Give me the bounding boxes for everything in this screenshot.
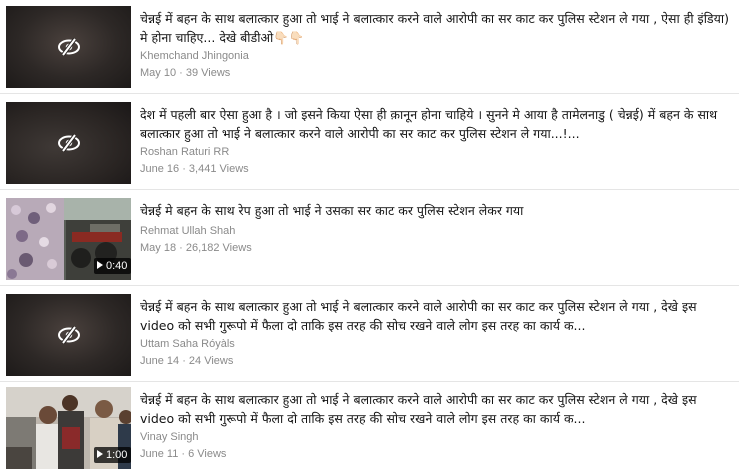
video-thumbnail[interactable]: 1:00 bbox=[6, 387, 131, 469]
video-title[interactable]: चेन्नई में बहन के साथ बलात्कार हुआ तो भा… bbox=[140, 390, 732, 428]
video-duration: 0:40 bbox=[94, 258, 131, 274]
channel-name[interactable]: Rehmat Ullah Shah bbox=[140, 224, 732, 239]
video-title[interactable]: चेन्नई में बहन के साथ बलात्कार हुआ तो भा… bbox=[140, 297, 732, 335]
video-date-views: June 14 · 24 Views bbox=[140, 355, 234, 367]
video-thumbnail-hidden[interactable] bbox=[6, 294, 131, 376]
video-date-views: May 10 · 39 Views bbox=[140, 67, 231, 79]
eye-slash-icon bbox=[57, 325, 80, 345]
video-result-row[interactable]: चेन्नई में बहन के साथ बलात्कार हुआ तो भा… bbox=[0, 288, 739, 382]
video-title[interactable]: चेन्नई मे बहन के साथ रेप हुआ तो भाई ने उ… bbox=[140, 201, 732, 220]
video-result-row[interactable]: 0:40 चेन्नई मे बहन के साथ रेप हुआ तो भाई… bbox=[0, 192, 739, 286]
video-result-row[interactable]: 1:00 चेन्नई में बहन के साथ बलात्कार हुआ … bbox=[0, 381, 739, 475]
channel-name[interactable]: Uttam Saha Róyàls bbox=[140, 337, 732, 352]
video-thumbnail[interactable]: 0:40 bbox=[6, 198, 131, 280]
eye-slash-icon bbox=[57, 133, 80, 153]
eye-slash-icon bbox=[57, 37, 80, 57]
video-title[interactable]: चेन्नई में बहन के साथ बलात्कार हुआ तो भा… bbox=[140, 9, 732, 47]
video-date-views: June 16 · 3,441 Views bbox=[140, 163, 249, 175]
play-icon bbox=[97, 450, 103, 458]
duration-text: 0:40 bbox=[106, 260, 128, 272]
video-results-list: चेन्नई में बहन के साथ बलात्कार हुआ तो भा… bbox=[0, 0, 739, 475]
channel-name[interactable]: Vinay Singh bbox=[140, 430, 732, 445]
channel-name[interactable]: Roshan Raturi RR bbox=[140, 145, 732, 160]
video-result-row[interactable]: चेन्नई में बहन के साथ बलात्कार हुआ तो भा… bbox=[0, 0, 739, 94]
video-duration: 1:00 bbox=[94, 447, 131, 463]
video-date-views: June 11 · 6 Views bbox=[140, 448, 227, 460]
video-thumbnail-hidden[interactable] bbox=[6, 102, 131, 184]
video-title[interactable]: देश में पहली बार ऐसा हुआ है । जो इसने कि… bbox=[140, 105, 732, 143]
play-icon bbox=[97, 261, 103, 269]
duration-text: 1:00 bbox=[106, 449, 128, 461]
video-date-views: May 18 · 26,182 Views bbox=[140, 242, 252, 254]
channel-name[interactable]: Khemchand Jhingonia bbox=[140, 49, 732, 64]
video-result-row[interactable]: देश में पहली बार ऐसा हुआ है । जो इसने कि… bbox=[0, 96, 739, 190]
video-thumbnail-hidden[interactable] bbox=[6, 6, 131, 88]
